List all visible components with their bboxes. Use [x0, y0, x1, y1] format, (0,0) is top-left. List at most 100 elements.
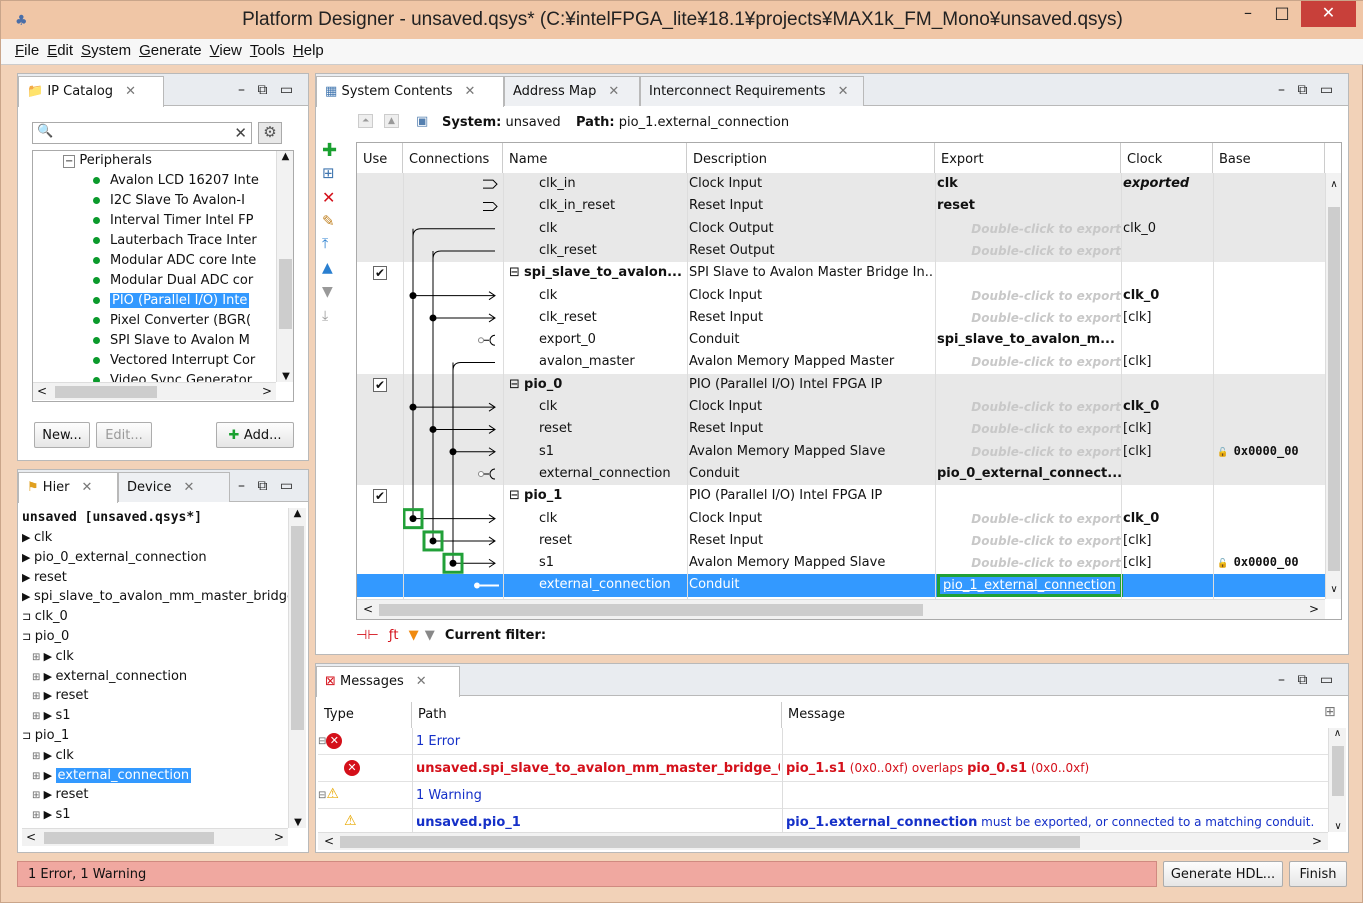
close-tab-icon[interactable]: ✕ — [838, 84, 849, 99]
ip-catalog-item[interactable]: Modular ADC core Inte — [93, 253, 256, 273]
close-tab-icon[interactable]: ✕ — [82, 480, 93, 495]
expand-icon[interactable]: ▲ — [384, 114, 399, 128]
row-clock[interactable]: clk_0 — [1123, 288, 1211, 303]
row-clock[interactable]: clk_0 — [1123, 511, 1211, 526]
move-down-icon[interactable]: ▼ — [322, 284, 350, 308]
use-checkbox[interactable]: ✔ — [373, 266, 387, 281]
col-description[interactable]: Description — [687, 143, 935, 173]
hier-item[interactable]: ⊞ ▶ clk — [32, 649, 74, 669]
ip-catalog-item[interactable]: Avalon LCD 16207 Inte — [93, 173, 259, 193]
row-clock[interactable]: [clk] — [1123, 555, 1211, 570]
row-export[interactable]: Double-click to export — [937, 400, 1121, 414]
hier-item[interactable]: ⊐ pio_0 — [22, 629, 69, 649]
row-export[interactable]: spi_slave_to_avalon_m... — [937, 332, 1121, 347]
expand-icon[interactable]: ⊞ — [32, 790, 44, 801]
expand-icon[interactable]: ⊞ — [32, 771, 44, 782]
row-export[interactable]: pio_1_external_connection — [937, 574, 1123, 597]
edit-parameters-icon[interactable]: ✎ — [322, 212, 350, 236]
col-base[interactable]: Base — [1213, 143, 1325, 173]
menu-view[interactable]: View — [206, 39, 246, 59]
panel-window-controls[interactable]: – ⧉ ▭ — [238, 478, 297, 494]
message-settings-icon[interactable]: ⊞ — [1324, 704, 1336, 720]
row-export[interactable]: Double-click to export — [937, 534, 1121, 548]
expand-icon[interactable]: ⊞ — [32, 810, 44, 821]
close-tab-icon[interactable]: ✕ — [608, 84, 619, 99]
row-export[interactable]: clk — [937, 176, 1121, 191]
row-clock[interactable]: [clk] — [1123, 310, 1211, 325]
ip-catalog-item[interactable]: Vectored Interrupt Cor — [93, 353, 255, 373]
hier-item[interactable]: ▶ pio_0_external_connection — [22, 550, 207, 570]
module-icon[interactable]: ⊞ — [322, 164, 350, 188]
use-checkbox[interactable]: ✔ — [373, 377, 387, 392]
expand-icon[interactable]: ⊞ — [32, 672, 44, 683]
hier-item[interactable]: ⊐ clk_0 — [22, 609, 68, 629]
hier-item[interactable]: ⊞ ▶ external_connection — [32, 669, 187, 689]
row-export[interactable]: Double-click to export — [937, 244, 1121, 258]
row-clock[interactable]: exported — [1123, 176, 1211, 191]
generate-hdl-button[interactable]: Generate HDL... — [1163, 861, 1283, 887]
edit-component-button[interactable]: Edit... — [96, 422, 152, 448]
hier-item[interactable]: ⊞ ▶ clk — [32, 748, 74, 768]
hier-item[interactable]: ▶ spi_slave_to_avalon_mm_master_bridge — [22, 589, 288, 609]
add-icon[interactable]: ✚ — [322, 140, 350, 164]
connections-graph[interactable] — [403, 173, 503, 599]
settings-gear-icon[interactable]: ⚙ — [258, 122, 282, 144]
row-export[interactable]: Double-click to export — [937, 445, 1121, 459]
col-path[interactable]: Path — [412, 702, 782, 728]
table-hscroll[interactable]: < > — [357, 599, 1325, 619]
row-export[interactable]: pio_0_external_connect... — [937, 466, 1121, 481]
col-name[interactable]: Name — [503, 143, 687, 173]
row-export[interactable]: Double-click to export — [937, 222, 1121, 236]
remove-icon[interactable]: ✕ — [322, 188, 350, 212]
tab-system-contents[interactable]: ▦ System Contents ✕ — [316, 76, 504, 107]
message-row[interactable]: ⊟⚠ 1 Warning — [318, 782, 1328, 809]
row-export[interactable]: reset — [937, 198, 1121, 213]
row-clock[interactable]: [clk] — [1123, 354, 1211, 369]
hier-item[interactable]: ▶ reset — [22, 570, 67, 590]
maximize-button[interactable]: □ — [1267, 1, 1297, 27]
expand-icon[interactable]: ⊞ — [32, 652, 44, 663]
finish-button[interactable]: Finish — [1289, 861, 1347, 887]
ip-catalog-item[interactable]: Lauterbach Trace Inter — [93, 233, 257, 253]
row-clock[interactable]: [clk] — [1123, 444, 1211, 459]
close-tab-icon[interactable]: ✕ — [416, 674, 427, 689]
hier-vscroll[interactable]: ▲ ▼ — [288, 508, 306, 828]
messages-vscroll[interactable]: ∧ ∨ — [1328, 728, 1346, 832]
collapse-icon[interactable]: ⊟ — [509, 265, 524, 280]
close-tab-icon[interactable]: ✕ — [183, 480, 194, 495]
message-row[interactable]: ⊟ ✕ 1 Error — [318, 728, 1328, 755]
menu-generate[interactable]: Generate — [135, 39, 206, 59]
row-export[interactable]: Double-click to export — [937, 512, 1121, 526]
ip-catalog-item[interactable]: Pixel Converter (BGR( — [93, 313, 251, 333]
panel-window-controls[interactable]: – ⧉ ▭ — [238, 82, 297, 98]
close-tab-icon[interactable]: ✕ — [125, 84, 136, 99]
tab-messages[interactable]: ⊠ Messages ✕ — [316, 666, 460, 697]
hier-hscroll[interactable]: < > — [22, 828, 288, 846]
panel-window-controls[interactable]: – ⧉ ▭ — [1278, 82, 1337, 98]
row-export[interactable]: Double-click to export — [937, 311, 1121, 325]
messages-hscroll[interactable]: < > — [318, 832, 1328, 850]
row-base[interactable]: 🔓 0x0000_00 — [1217, 444, 1323, 458]
row-clock[interactable]: clk_0 — [1123, 399, 1211, 414]
hier-item[interactable]: ⊞ ▶ s1 — [32, 807, 71, 827]
table-vscroll[interactable]: ∧ ∨ — [1325, 173, 1341, 599]
hier-item[interactable]: ▶ clk — [22, 530, 52, 550]
add-component-button[interactable]: ✚ Add... — [216, 422, 294, 448]
row-export[interactable]: Double-click to export — [937, 289, 1121, 303]
col-export[interactable]: Export — [935, 143, 1121, 173]
row-export[interactable]: Double-click to export — [937, 355, 1121, 369]
collapse-all-icon[interactable]: ⏶ — [358, 114, 374, 128]
col-message[interactable]: Message — [782, 702, 1328, 728]
lock-icon[interactable]: 🔓 — [1217, 448, 1234, 458]
menu-help[interactable]: Help — [289, 39, 328, 59]
hier-item[interactable]: ⊞ ▶ external_connection — [32, 767, 192, 788]
row-clock[interactable]: [clk] — [1123, 533, 1211, 548]
new-component-button[interactable]: New... — [34, 422, 90, 448]
hier-root[interactable]: unsaved [unsaved.qsys*] — [22, 510, 202, 532]
tab-interconnect-requirements[interactable]: Interconnect Requirements ✕ — [640, 76, 864, 106]
tab-ip-catalog[interactable]: 📁 IP Catalog ✕ — [18, 76, 164, 107]
clear-filter-icon[interactable]: ▼ — [425, 628, 435, 643]
filter-icon[interactable]: ▼ — [409, 628, 419, 643]
menu-tools[interactable]: Tools — [246, 39, 289, 59]
ip-catalog-item[interactable]: PIO (Parallel I/O) Inte — [93, 293, 250, 313]
